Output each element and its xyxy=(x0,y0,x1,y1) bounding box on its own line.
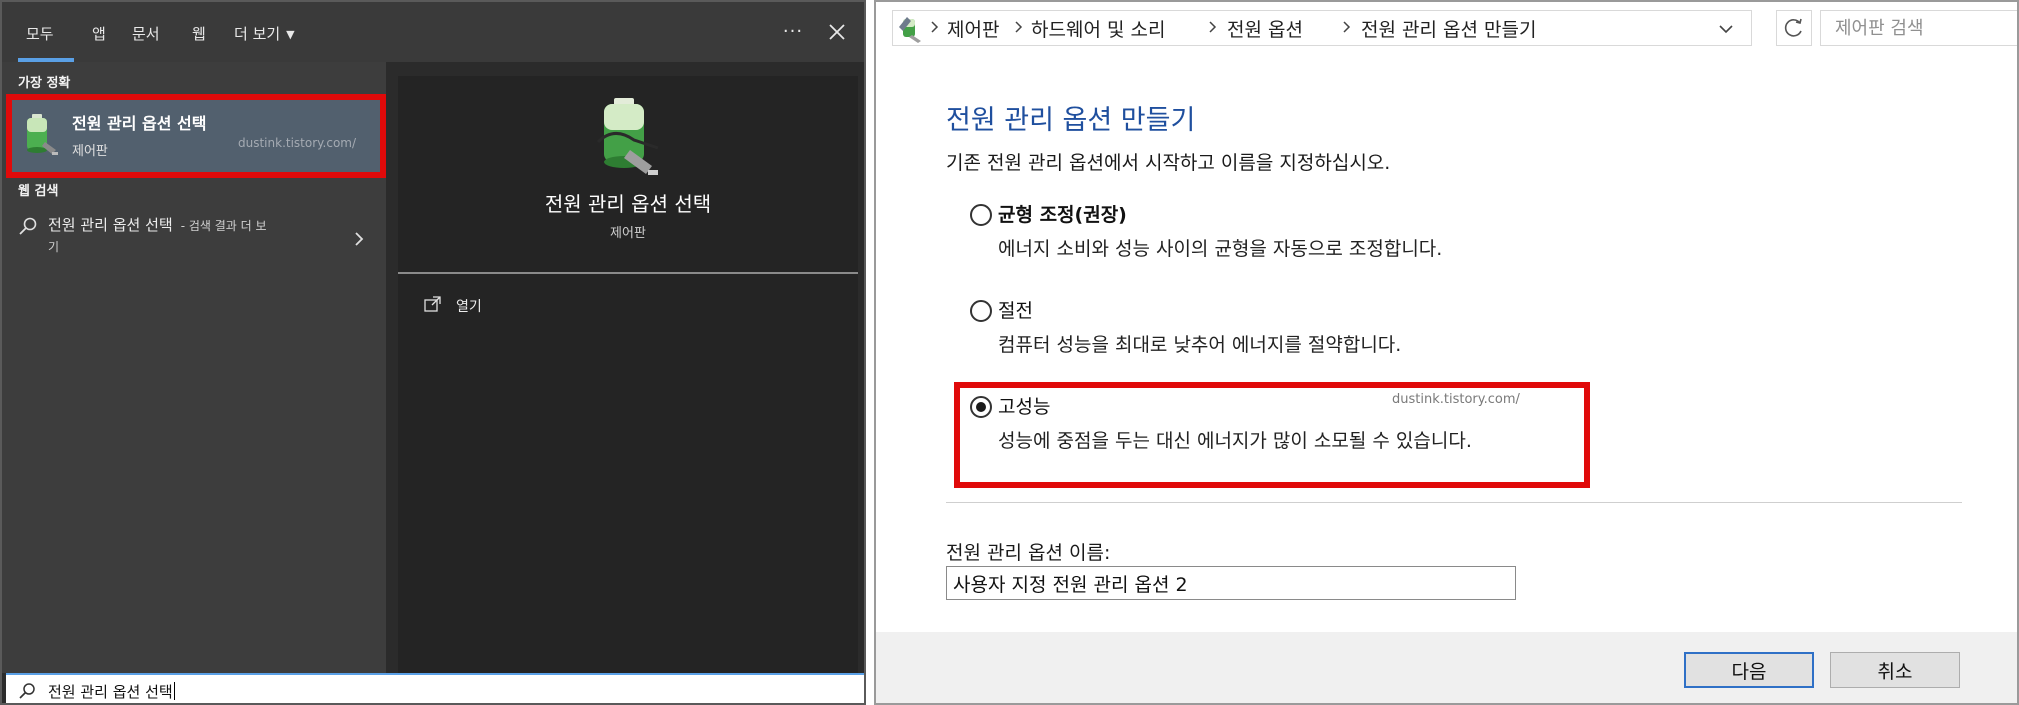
breadcrumb-control-panel[interactable]: 제어판 xyxy=(947,15,999,42)
watermark: dustink.tistory.com/ xyxy=(238,136,357,150)
best-match-header: 가장 정확 xyxy=(18,76,71,91)
breadcrumb-create-plan[interactable]: 전원 관리 옵션 만들기 xyxy=(1361,15,1536,42)
search-query: 전원 관리 옵션 선택 xyxy=(48,681,175,702)
next-button[interactable]: 다음 xyxy=(1684,652,1814,688)
best-match-title: 전원 관리 옵션 선택 xyxy=(72,114,207,133)
tab-all[interactable]: 모두 xyxy=(26,22,54,46)
results-column: 가장 정확 전원 관리 옵션 선택 제어판 dustink.tistory.co… xyxy=(2,62,386,673)
breadcrumb-power-options[interactable]: 전원 옵션 xyxy=(1227,15,1303,42)
best-match-result[interactable]: 전원 관리 옵션 선택 제어판 dustink.tistory.com/ xyxy=(6,94,386,178)
tab-web[interactable]: 웹 xyxy=(192,22,206,46)
web-result-query: 전원 관리 옵션 선택 xyxy=(48,216,173,234)
watermark: dustink.tistory.com/ xyxy=(1392,392,1520,407)
open-external-icon xyxy=(424,296,441,312)
close-button[interactable] xyxy=(822,18,852,46)
plan-option-label: 균형 조정(권장) xyxy=(998,204,1127,226)
page-title: 전원 관리 옵션 만들기 xyxy=(946,105,1196,136)
plan-option-description: 컴퓨터 성능을 최대로 낮추어 에너지를 절약합니다. xyxy=(998,334,1402,356)
chevron-right-icon xyxy=(355,232,364,246)
refresh-button[interactable] xyxy=(1776,10,1812,46)
tab-more[interactable]: 더 보기 ▼ xyxy=(234,22,295,46)
text-caret xyxy=(173,682,175,700)
web-search-header: 웹 검색 xyxy=(18,184,59,199)
search-icon xyxy=(19,683,35,699)
web-result-suffix-continued: 기 xyxy=(48,240,60,254)
web-result-title: 전원 관리 옵션 선택 - 검색 결과 더 보 xyxy=(48,214,267,235)
more-options-button[interactable]: ··· xyxy=(778,18,808,46)
footer-bar: 다음 취소 xyxy=(876,632,2017,703)
plan-name-label: 전원 관리 옵션 이름: xyxy=(946,542,1111,564)
search-query-text: 전원 관리 옵션 선택 xyxy=(48,683,173,701)
radio-button-power-saver[interactable] xyxy=(970,300,992,322)
battery-plug-icon xyxy=(27,114,58,155)
preview-subtitle: 제어판 xyxy=(610,226,646,241)
open-action[interactable]: 열기 xyxy=(424,292,544,318)
radio-button-balanced[interactable] xyxy=(970,204,992,226)
breadcrumb-separator-icon xyxy=(1015,21,1023,33)
caret-down-icon: ▼ xyxy=(286,28,295,41)
search-box[interactable]: 전원 관리 옵션 선택 xyxy=(6,673,864,703)
breadcrumb-separator-icon xyxy=(931,21,939,33)
chevron-down-icon[interactable] xyxy=(1717,21,1735,37)
page-description: 기존 전원 관리 옵션에서 시작하고 이름을 지정하십시오. xyxy=(946,152,1391,174)
refresh-icon xyxy=(1784,18,1802,37)
preview-pane: 전원 관리 옵션 선택 제어판 열기 xyxy=(398,76,858,673)
divider xyxy=(398,272,858,274)
preview-title: 전원 관리 옵션 선택 xyxy=(544,192,712,216)
address-bar[interactable]: 제어판 하드웨어 및 소리 전원 옵션 전원 관리 옵션 만들기 xyxy=(892,10,1752,46)
divider xyxy=(946,502,1962,503)
search-icon xyxy=(19,217,37,235)
tab-documents[interactable]: 문서 xyxy=(132,22,160,46)
web-search-result[interactable]: 전원 관리 옵션 선택 - 검색 결과 더 보 기 xyxy=(16,212,376,258)
control-panel-window: 제어판 하드웨어 및 소리 전원 옵션 전원 관리 옵션 만들기 전원 관리 옵… xyxy=(874,0,2019,705)
best-match-subtitle: 제어판 xyxy=(72,144,108,159)
breadcrumb-separator-icon xyxy=(1209,21,1217,33)
control-panel-search-input[interactable] xyxy=(1820,10,2017,46)
windows-search-panel: 모두 앱 문서 웹 더 보기 ▼ ··· 가장 정확 전원 관리 옵션 선택 제… xyxy=(0,0,866,705)
web-result-suffix: - 검색 결과 더 보 xyxy=(180,219,267,233)
battery-plug-icon xyxy=(596,98,659,175)
plan-name-input[interactable] xyxy=(946,566,1516,600)
close-icon xyxy=(829,24,845,40)
control-panel-icon xyxy=(899,17,921,43)
open-label: 열기 xyxy=(456,299,482,315)
plan-option-balanced[interactable]: 균형 조정(권장) 에너지 소비와 성능 사이의 균형을 자동으로 조정합니다. xyxy=(970,200,1570,270)
search-tab-bar: 모두 앱 문서 웹 더 보기 ▼ ··· xyxy=(2,2,864,62)
breadcrumb-separator-icon xyxy=(1343,21,1351,33)
tab-more-label: 더 보기 xyxy=(234,25,281,43)
plan-option-label: 절전 xyxy=(998,300,1033,322)
breadcrumb-hardware-sound[interactable]: 하드웨어 및 소리 xyxy=(1031,15,1165,42)
cancel-button[interactable]: 취소 xyxy=(1830,652,1960,688)
plan-option-power-saver[interactable]: 절전 컴퓨터 성능을 최대로 낮추어 에너지를 절약합니다. xyxy=(970,296,1570,366)
tab-apps[interactable]: 앱 xyxy=(92,22,106,46)
plan-option-description: 에너지 소비와 성능 사이의 균형을 자동으로 조정합니다. xyxy=(998,238,1443,260)
